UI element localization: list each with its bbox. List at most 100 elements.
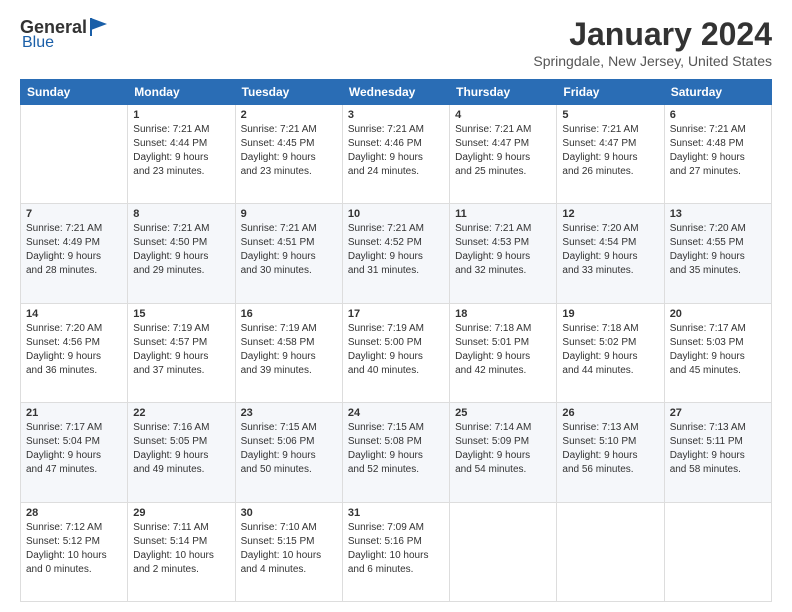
day-number: 8 [133, 208, 229, 220]
day-info: Sunrise: 7:19 AMSunset: 5:00 PMDaylight:… [348, 322, 444, 378]
day-number: 16 [241, 308, 337, 320]
calendar-cell: 25 Sunrise: 7:14 AMSunset: 5:09 PMDayligh… [450, 403, 557, 502]
day-info: Sunrise: 7:20 AMSunset: 4:55 PMDaylight:… [670, 222, 766, 278]
day-number: 4 [455, 109, 551, 121]
calendar-cell: 16 Sunrise: 7:19 AMSunset: 4:58 PMDayligh… [235, 303, 342, 402]
calendar-cell: 3 Sunrise: 7:21 AMSunset: 4:46 PMDaylight… [342, 105, 449, 204]
week-row-5: 28 Sunrise: 7:12 AMSunset: 5:12 PMDayligh… [21, 502, 772, 601]
day-number: 3 [348, 109, 444, 121]
day-info: Sunrise: 7:20 AMSunset: 4:54 PMDaylight:… [562, 222, 658, 278]
calendar-cell: 11 Sunrise: 7:21 AMSunset: 4:53 PMDayligh… [450, 204, 557, 303]
day-info: Sunrise: 7:15 AMSunset: 5:08 PMDaylight:… [348, 421, 444, 477]
day-info: Sunrise: 7:16 AMSunset: 5:05 PMDaylight:… [133, 421, 229, 477]
day-number: 25 [455, 407, 551, 419]
day-number: 28 [26, 507, 122, 519]
day-info: Sunrise: 7:14 AMSunset: 5:09 PMDaylight:… [455, 421, 551, 477]
day-number: 26 [562, 407, 658, 419]
day-info: Sunrise: 7:21 AMSunset: 4:48 PMDaylight:… [670, 123, 766, 179]
day-info: Sunrise: 7:13 AMSunset: 5:11 PMDaylight:… [670, 421, 766, 477]
calendar-cell: 21 Sunrise: 7:17 AMSunset: 5:04 PMDayligh… [21, 403, 128, 502]
day-number: 10 [348, 208, 444, 220]
day-info: Sunrise: 7:13 AMSunset: 5:10 PMDaylight:… [562, 421, 658, 477]
day-number: 12 [562, 208, 658, 220]
day-info: Sunrise: 7:21 AMSunset: 4:44 PMDaylight:… [133, 123, 229, 179]
week-row-4: 21 Sunrise: 7:17 AMSunset: 5:04 PMDayligh… [21, 403, 772, 502]
calendar-cell: 5Sunrise: 7:21 AMSunset: 4:47 PMDaylight… [557, 105, 664, 204]
day-number: 27 [670, 407, 766, 419]
day-number: 17 [348, 308, 444, 320]
week-row-1: 1 Sunrise: 7:21 AMSunset: 4:44 PMDaylight… [21, 105, 772, 204]
day-number: 6 [670, 109, 766, 121]
day-info: Sunrise: 7:12 AMSunset: 5:12 PMDaylight:… [26, 521, 122, 577]
day-number: 19 [562, 308, 658, 320]
calendar-cell: 31 Sunrise: 7:09 AMSunset: 5:16 PMDayligh… [342, 502, 449, 601]
day-number: 31 [348, 507, 444, 519]
calendar-cell: 18 Sunrise: 7:18 AMSunset: 5:01 PMDayligh… [450, 303, 557, 402]
calendar-cell: 19 Sunrise: 7:18 AMSunset: 5:02 PMDayligh… [557, 303, 664, 402]
day-number: 24 [348, 407, 444, 419]
day-info: Sunrise: 7:17 AMSunset: 5:03 PMDaylight:… [670, 322, 766, 378]
calendar-cell: 28 Sunrise: 7:12 AMSunset: 5:12 PMDayligh… [21, 502, 128, 601]
day-number: 18 [455, 308, 551, 320]
day-of-week-monday: Monday [128, 80, 235, 105]
title-block: January 2024 Springdale, New Jersey, Uni… [533, 16, 772, 69]
day-info: Sunrise: 7:17 AMSunset: 5:04 PMDaylight:… [26, 421, 122, 477]
day-info: Sunrise: 7:21 AMSunset: 4:46 PMDaylight:… [348, 123, 444, 179]
week-row-2: 7 Sunrise: 7:21 AMSunset: 4:49 PMDaylight… [21, 204, 772, 303]
calendar-table: SundayMondayTuesdayWednesdayThursdayFrid… [20, 79, 772, 602]
day-info: Sunrise: 7:10 AMSunset: 5:15 PMDaylight:… [241, 521, 337, 577]
day-info: Sunrise: 7:18 AMSunset: 5:01 PMDaylight:… [455, 322, 551, 378]
day-info: Sunrise: 7:21 AMSunset: 4:47 PMDaylight:… [455, 123, 551, 179]
day-info: Sunrise: 7:11 AMSunset: 5:14 PMDaylight:… [133, 521, 229, 577]
day-number: 1 [133, 109, 229, 121]
calendar-cell: 23 Sunrise: 7:15 AMSunset: 5:06 PMDayligh… [235, 403, 342, 502]
calendar-cell: 26 Sunrise: 7:13 AMSunset: 5:10 PMDayligh… [557, 403, 664, 502]
day-number: 23 [241, 407, 337, 419]
calendar-cell: 12 Sunrise: 7:20 AMSunset: 4:54 PMDayligh… [557, 204, 664, 303]
day-info: Sunrise: 7:09 AMSunset: 5:16 PMDaylight:… [348, 521, 444, 577]
day-info: Sunrise: 7:19 AMSunset: 4:58 PMDaylight:… [241, 322, 337, 378]
day-number: 29 [133, 507, 229, 519]
day-of-week-saturday: Saturday [664, 80, 771, 105]
calendar-cell: 4 Sunrise: 7:21 AMSunset: 4:47 PMDaylight… [450, 105, 557, 204]
calendar-header: SundayMondayTuesdayWednesdayThursdayFrid… [21, 80, 772, 105]
calendar-cell: 22Sunrise: 7:16 AMSunset: 5:05 PMDayligh… [128, 403, 235, 502]
day-info: Sunrise: 7:20 AMSunset: 4:56 PMDaylight:… [26, 322, 122, 378]
calendar-cell [21, 105, 128, 204]
calendar-cell [450, 502, 557, 601]
page-header: General Blue January 2024 Springdale, Ne… [20, 16, 772, 69]
day-number: 9 [241, 208, 337, 220]
calendar-body: 1 Sunrise: 7:21 AMSunset: 4:44 PMDaylight… [21, 105, 772, 602]
day-number: 30 [241, 507, 337, 519]
month-title: January 2024 [533, 16, 772, 53]
calendar-cell: 7 Sunrise: 7:21 AMSunset: 4:49 PMDaylight… [21, 204, 128, 303]
day-number: 2 [241, 109, 337, 121]
day-number: 5 [562, 109, 658, 121]
logo-flag-icon [89, 16, 111, 38]
day-info: Sunrise: 7:21 AMSunset: 4:51 PMDaylight:… [241, 222, 337, 278]
week-row-3: 14Sunrise: 7:20 AMSunset: 4:56 PMDayligh… [21, 303, 772, 402]
calendar-cell: 30 Sunrise: 7:10 AMSunset: 5:15 PMDayligh… [235, 502, 342, 601]
calendar-cell: 15 Sunrise: 7:19 AMSunset: 4:57 PMDayligh… [128, 303, 235, 402]
day-number: 15 [133, 308, 229, 320]
calendar-cell: 8Sunrise: 7:21 AMSunset: 4:50 PMDaylight… [128, 204, 235, 303]
calendar-cell: 1 Sunrise: 7:21 AMSunset: 4:44 PMDaylight… [128, 105, 235, 204]
days-of-week-row: SundayMondayTuesdayWednesdayThursdayFrid… [21, 80, 772, 105]
calendar-cell: 10Sunrise: 7:21 AMSunset: 4:52 PMDayligh… [342, 204, 449, 303]
day-number: 11 [455, 208, 551, 220]
day-of-week-sunday: Sunday [21, 80, 128, 105]
calendar-cell: 9 Sunrise: 7:21 AMSunset: 4:51 PMDaylight… [235, 204, 342, 303]
calendar-cell: 13 Sunrise: 7:20 AMSunset: 4:55 PMDayligh… [664, 204, 771, 303]
day-info: Sunrise: 7:15 AMSunset: 5:06 PMDaylight:… [241, 421, 337, 477]
calendar-cell: 17 Sunrise: 7:19 AMSunset: 5:00 PMDayligh… [342, 303, 449, 402]
calendar-cell [664, 502, 771, 601]
day-number: 21 [26, 407, 122, 419]
calendar-cell [557, 502, 664, 601]
day-info: Sunrise: 7:18 AMSunset: 5:02 PMDaylight:… [562, 322, 658, 378]
day-info: Sunrise: 7:21 AMSunset: 4:49 PMDaylight:… [26, 222, 122, 278]
day-number: 7 [26, 208, 122, 220]
day-info: Sunrise: 7:21 AMSunset: 4:53 PMDaylight:… [455, 222, 551, 278]
logo-blue-text: Blue [22, 34, 54, 52]
day-info: Sunrise: 7:19 AMSunset: 4:57 PMDaylight:… [133, 322, 229, 378]
day-number: 13 [670, 208, 766, 220]
